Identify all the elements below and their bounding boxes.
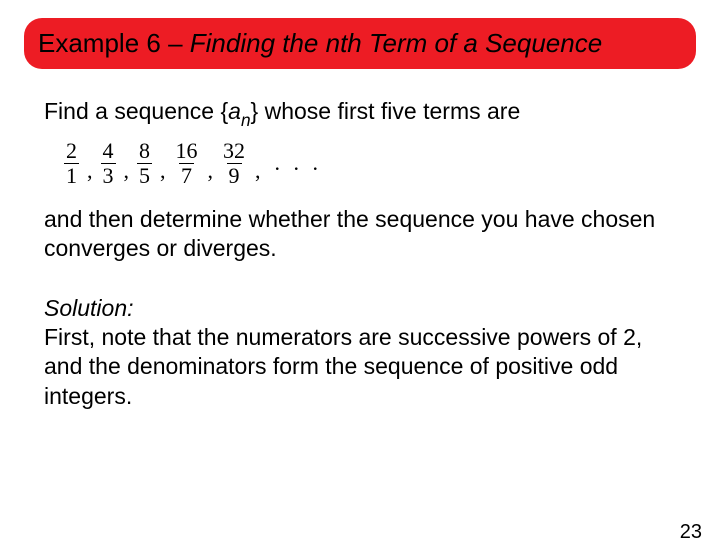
numerator: 16: [174, 140, 200, 163]
page-number: 23: [680, 521, 702, 544]
example-title-italic: Finding the nth Term of a Sequence: [190, 28, 602, 58]
solution-heading: Solution:: [44, 294, 676, 323]
denominator: 3: [101, 163, 116, 187]
solution-body: First, note that the numerators are succ…: [44, 323, 676, 411]
example-title-banner: Example 6 – Finding the nth Term of a Se…: [24, 18, 696, 69]
separator: ,: [160, 157, 166, 185]
example-title: Example 6 – Finding the nth Term of a Se…: [38, 28, 602, 58]
ellipsis: . . .: [269, 149, 323, 177]
sequence-subscript: n: [241, 110, 251, 130]
intro-text-after: } whose first five terms are: [251, 98, 521, 124]
fraction: 2 1: [64, 140, 79, 187]
denominator: 9: [227, 163, 242, 187]
denominator: 1: [64, 163, 79, 187]
denominator: 7: [179, 163, 194, 187]
fraction: 16 7: [174, 140, 200, 187]
question-paragraph: and then determine whether the sequence …: [44, 205, 676, 264]
separator: ,: [124, 157, 130, 185]
intro-text-before: Find a sequence {: [44, 98, 228, 124]
separator: ,: [255, 157, 261, 185]
numerator: 2: [64, 140, 79, 163]
sequence-variable: a: [228, 98, 241, 124]
numerator: 8: [137, 140, 152, 163]
fraction: 32 9: [221, 140, 247, 187]
numerator: 32: [221, 140, 247, 163]
example-title-prefix: Example 6 –: [38, 28, 190, 58]
fraction: 8 5: [137, 140, 152, 187]
slide-content: Find a sequence {an} whose first five te…: [0, 69, 720, 411]
denominator: 5: [137, 163, 152, 187]
separator: ,: [87, 157, 93, 185]
intro-paragraph: Find a sequence {an} whose first five te…: [44, 97, 676, 130]
separator: ,: [208, 157, 214, 185]
fraction: 4 3: [101, 140, 116, 187]
numerator: 4: [101, 140, 116, 163]
sequence-terms: 2 1 , 4 3 , 8 5 , 16 7 , 32 9 , . . .: [64, 140, 676, 187]
